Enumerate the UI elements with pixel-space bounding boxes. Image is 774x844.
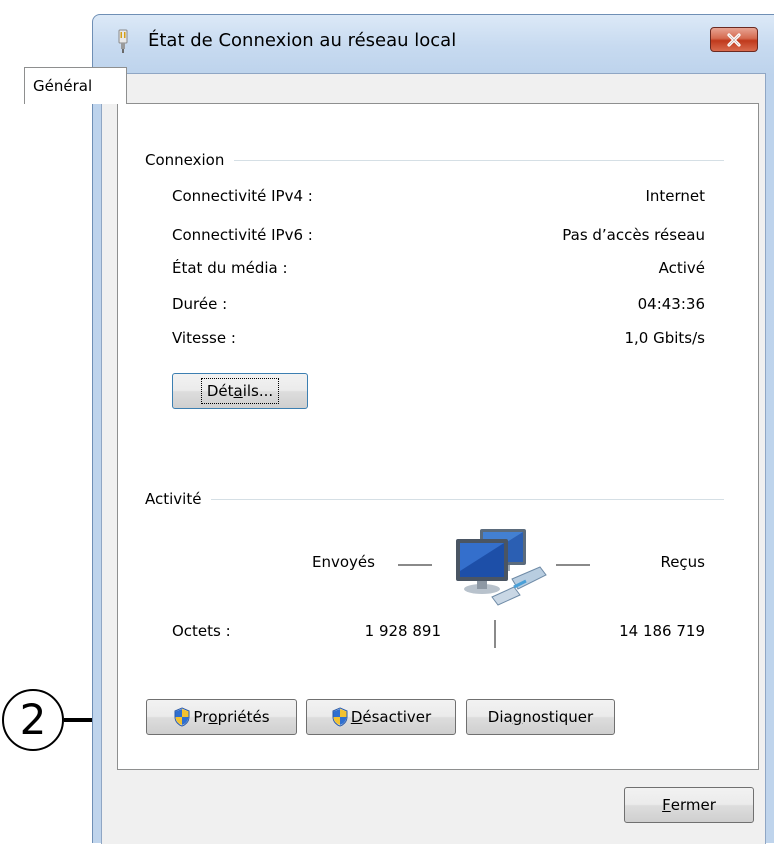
sent-label: Envoyés <box>312 553 375 571</box>
bytes-separator <box>494 620 496 648</box>
duration-label: Durée : <box>172 295 228 313</box>
tab-general[interactable]: Général <box>24 67 127 104</box>
properties-label-post: priétés <box>217 708 270 726</box>
disable-label-accesskey: D <box>350 708 363 726</box>
speed-label: Vitesse : <box>172 329 236 347</box>
details-button-focus: Détails... <box>200 378 280 404</box>
uac-shield-icon <box>174 707 190 727</box>
disable-label-post: ésactiver <box>362 708 432 726</box>
diagnose-label-pre: Dia <box>487 708 513 726</box>
details-button[interactable]: Détails... <box>172 373 308 409</box>
diagnose-label-accesskey: g <box>512 708 523 726</box>
speed-value: 1,0 Gbits/s <box>624 329 705 347</box>
callout-number-marker: 2 <box>2 689 64 751</box>
diagnose-label-post: nostiquer <box>522 708 594 726</box>
bytes-received-value: 14 186 719 <box>619 622 705 640</box>
details-label-pre: Dét <box>206 382 234 400</box>
details-label-accesskey: a <box>233 382 243 400</box>
duration-value: 04:43:36 <box>637 295 705 313</box>
received-label: Reçus <box>660 553 705 571</box>
disable-button[interactable]: Désactiver <box>306 699 456 735</box>
sent-connector-line <box>398 564 432 566</box>
properties-button[interactable]: Pr o priétés <box>146 699 297 735</box>
title-bar[interactable]: État de Connexion au réseau local <box>93 15 774 73</box>
ipv6-label: Connectivité IPv6 : <box>172 226 313 244</box>
details-label-post: ils... <box>242 382 274 400</box>
ipv4-value: Internet <box>645 187 705 205</box>
uac-shield-icon <box>332 707 348 727</box>
bytes-label: Octets : <box>172 622 231 640</box>
media-state-value: Activé <box>658 259 705 277</box>
media-state-label: État du média : <box>172 259 288 277</box>
activite-group-divider <box>145 499 724 500</box>
callout-number: 2 <box>19 695 47 744</box>
activite-heading: Activité <box>145 490 212 508</box>
received-connector-line <box>556 564 590 566</box>
close-window-button[interactable] <box>710 27 758 52</box>
network-computers-icon <box>456 529 547 606</box>
properties-label-pre: Pr <box>193 708 209 726</box>
properties-label-accesskey: o <box>208 708 218 726</box>
close-label-post: ermer <box>670 796 716 814</box>
bytes-sent-value: 1 928 891 <box>364 622 441 640</box>
ipv4-label: Connectivité IPv4 : <box>172 187 313 205</box>
window-title: État de Connexion au réseau local <box>148 30 457 51</box>
close-button[interactable]: Fermer <box>624 787 754 823</box>
ipv6-value: Pas d’accès réseau <box>562 226 705 244</box>
connexion-heading: Connexion <box>145 151 235 169</box>
close-label-accesskey: F <box>662 796 671 814</box>
network-plug-icon <box>118 29 128 53</box>
diagnose-button[interactable]: Dia g nostiquer <box>466 699 615 735</box>
close-x-icon <box>727 32 741 47</box>
